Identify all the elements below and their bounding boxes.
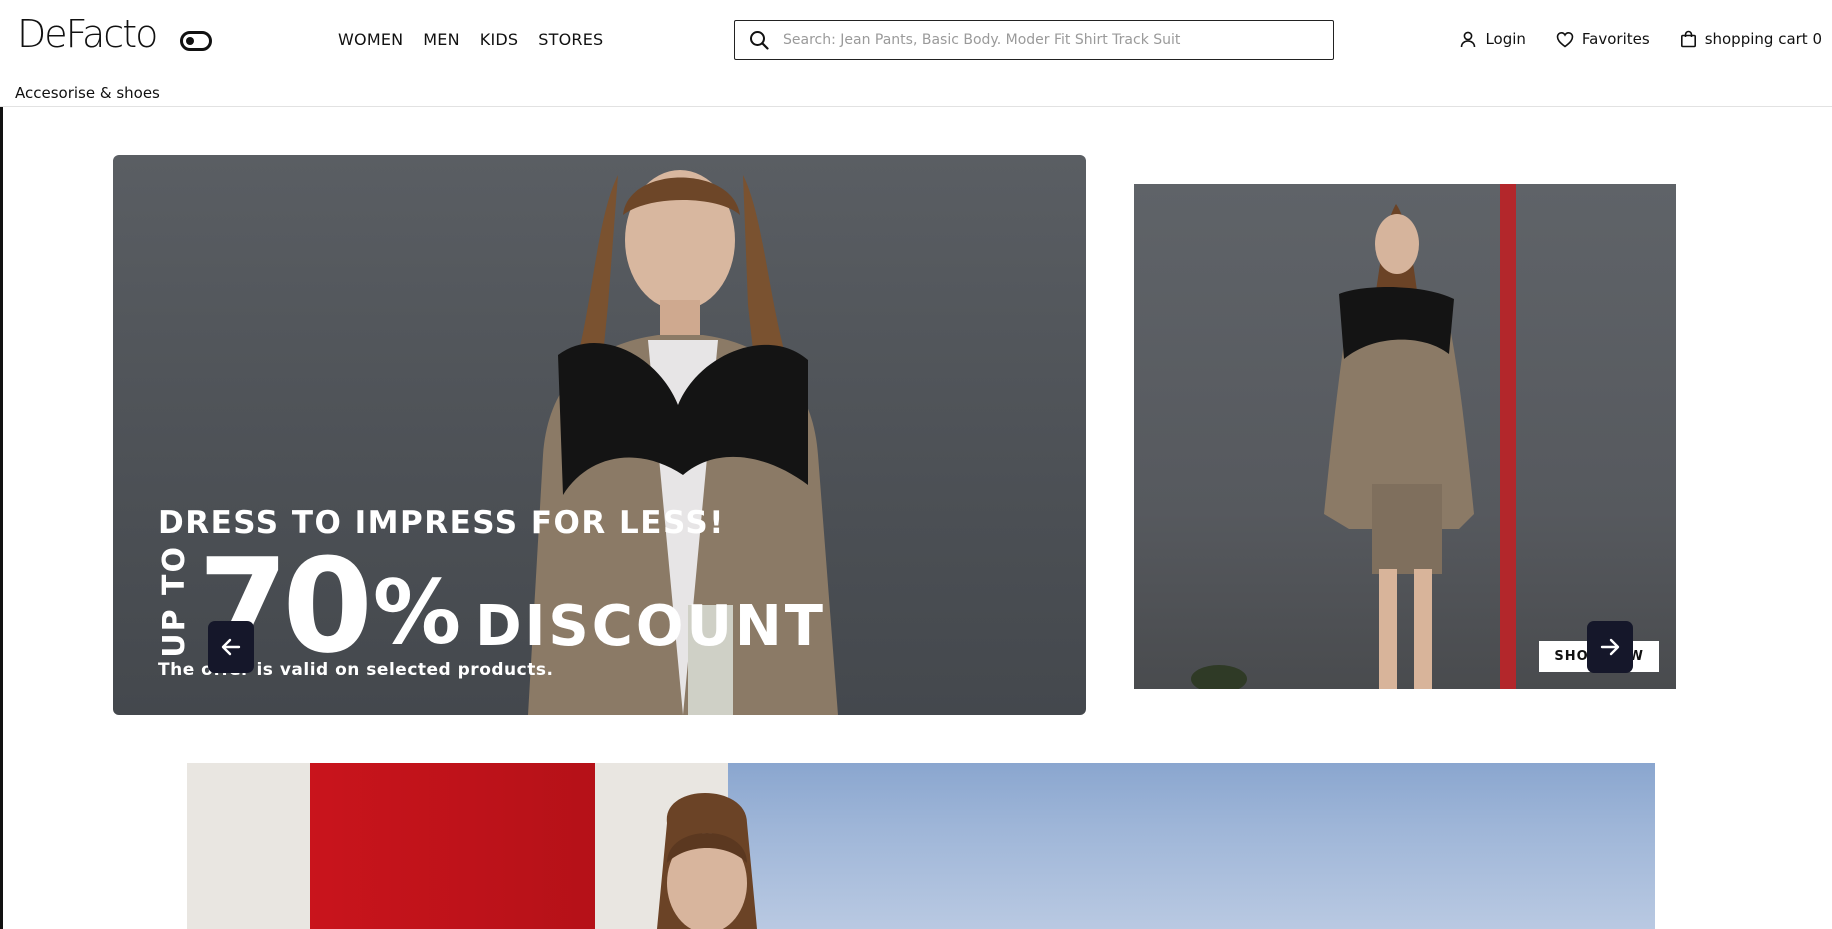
hero-slide-secondary[interactable]: SHOP NOW bbox=[1134, 184, 1676, 689]
banner-red-panel bbox=[310, 763, 595, 929]
header-actions: Login Favorites shopping cart 0 bbox=[1459, 30, 1822, 48]
login-button[interactable]: Login bbox=[1459, 30, 1526, 48]
nav-item-kids[interactable]: KIDS bbox=[480, 30, 519, 49]
promo-note: The offer is valid on selected products. bbox=[158, 659, 554, 680]
login-label: Login bbox=[1485, 30, 1526, 48]
banner-model-photo bbox=[657, 793, 757, 929]
carousel-prev-button[interactable] bbox=[208, 621, 254, 673]
site-header: DeFacto WOMEN MEN KIDS STORES Login Favo… bbox=[0, 0, 1832, 107]
arrow-left-icon bbox=[221, 638, 241, 656]
brand-logo[interactable]: DeFacto bbox=[17, 12, 158, 56]
hero-slide-main[interactable]: DRESS TO IMPRESS FOR LESS! UP TO 70 % DI… bbox=[113, 155, 1086, 715]
promo-text-block: DRESS TO IMPRESS FOR LESS! UP TO 70 % DI… bbox=[157, 505, 826, 680]
cart-button[interactable]: shopping cart 0 bbox=[1680, 30, 1822, 48]
cart-label: shopping cart 0 bbox=[1704, 30, 1822, 48]
heart-icon bbox=[1556, 31, 1574, 48]
search-box bbox=[734, 20, 1334, 60]
secondary-banner[interactable] bbox=[187, 763, 1655, 929]
carousel-next-button[interactable] bbox=[1587, 621, 1633, 673]
window-edge bbox=[0, 0, 3, 929]
favorites-button[interactable]: Favorites bbox=[1556, 30, 1650, 48]
user-icon bbox=[1461, 31, 1476, 48]
subnav-accessories-shoes[interactable]: Accesorise & shoes bbox=[15, 84, 160, 102]
nav-item-men[interactable]: MEN bbox=[423, 30, 459, 49]
toggle-icon[interactable] bbox=[180, 31, 212, 51]
promo-discount-row: UP TO 70 % DISCOUNT bbox=[157, 541, 826, 671]
arrow-right-icon bbox=[1600, 638, 1620, 656]
search-icon[interactable] bbox=[749, 30, 769, 50]
toggle-knob bbox=[186, 37, 194, 45]
main-nav: WOMEN MEN KIDS STORES bbox=[338, 30, 603, 49]
favorites-label: Favorites bbox=[1581, 30, 1650, 48]
nav-item-stores[interactable]: STORES bbox=[538, 30, 603, 49]
search-input[interactable] bbox=[781, 31, 1305, 49]
bag-icon bbox=[1680, 30, 1696, 48]
promo-discount-word: DISCOUNT bbox=[475, 593, 826, 659]
nav-item-women[interactable]: WOMEN bbox=[338, 30, 403, 49]
model-photo-secondary bbox=[1191, 184, 1516, 689]
promo-percent-sign: % bbox=[372, 560, 462, 664]
banner-sky-panel bbox=[728, 763, 1655, 929]
promo-up-to: UP TO bbox=[157, 545, 192, 658]
